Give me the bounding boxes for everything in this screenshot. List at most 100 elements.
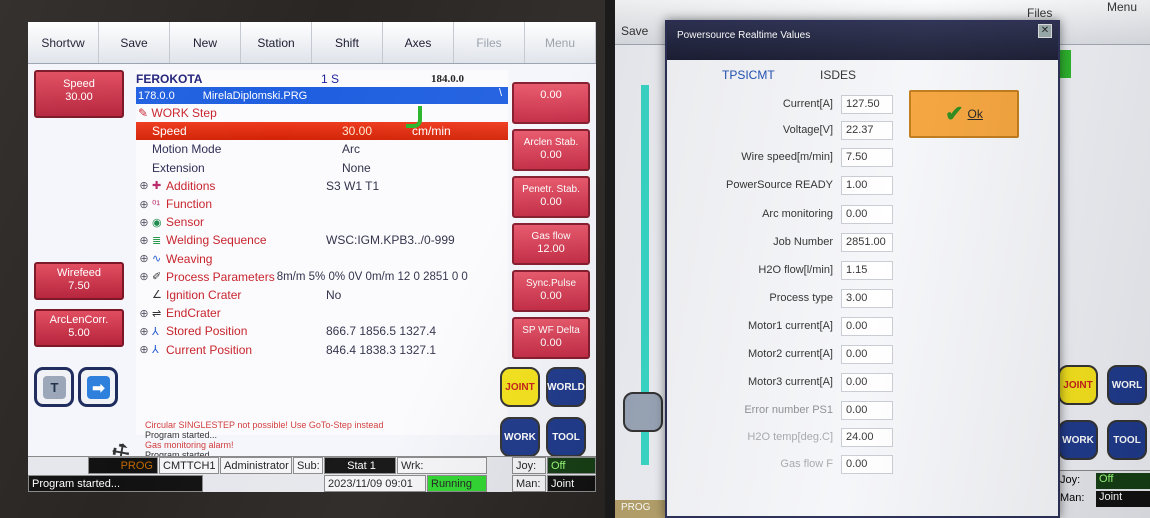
bg-tool-mode-button[interactable]: TOOL: [1107, 420, 1147, 460]
param-label: Job Number: [773, 236, 833, 248]
param-label: Motor1 current[A]: [748, 320, 833, 332]
prog-mode-indicator: PROG: [88, 457, 158, 474]
param-value: 0.00: [841, 372, 893, 392]
tree-row-extension[interactable]: Extension None: [136, 159, 508, 177]
sync-pulse-button[interactable]: Sync.Pulse 0.00: [512, 270, 590, 312]
bg-world-button[interactable]: WORL: [1107, 365, 1147, 405]
tree-row-function[interactable]: ⊕ ⁰¹ Function: [136, 195, 508, 213]
program-tree: FEROKOTA 1 S 184.0.0 178.0.0 MirelaDiplo…: [136, 70, 508, 435]
program-file-bar[interactable]: 178.0.0 MirelaDiplomski.PRG \: [136, 87, 508, 104]
param-label: Motor2 current[A]: [748, 348, 833, 360]
expand-icon: ⊕: [139, 180, 149, 193]
tree-row-motion-mode[interactable]: Motion Mode Arc: [136, 140, 508, 158]
bg-menu-files[interactable]: Files: [1027, 6, 1052, 20]
gas-flow-button[interactable]: Gas flow 12.00: [512, 223, 590, 265]
process-parameters-label: Process Parameters: [166, 269, 275, 284]
penetr-stab-button[interactable]: Penetr. Stab. 0.00: [512, 176, 590, 218]
weaving-icon: ∿: [152, 253, 162, 266]
stored-position-label: Stored Position: [166, 324, 248, 339]
param-value: 0.00: [841, 204, 893, 224]
tree-row-speed[interactable]: Speed 30.00 cm/min: [136, 122, 508, 141]
tree-row-additions[interactable]: ⊕ ✚ Additions S3 W1 T1: [136, 177, 508, 195]
menu-shortvw[interactable]: Shortvw: [28, 22, 99, 63]
running-indicator: Running: [427, 475, 487, 492]
speed-button[interactable]: Speed 30.00: [34, 70, 124, 118]
tree-row-sensor[interactable]: ⊕ ◉ Sensor: [136, 213, 508, 231]
ignition-crater-label: Ignition Crater: [166, 287, 242, 302]
param-label: H2O temp[deg.C]: [747, 431, 833, 443]
process-parameters-icon: ✐: [152, 271, 162, 284]
expand-icon: ⊕: [139, 325, 149, 338]
menu-shift[interactable]: Shift: [312, 22, 383, 63]
function-label: Function: [166, 197, 213, 212]
ignition-crater-icon: ∠: [152, 289, 162, 302]
menu-station[interactable]: Station: [241, 22, 312, 63]
station-header: FEROKOTA 1 S 184.0.0: [136, 70, 508, 87]
speed-button-label: Speed: [63, 78, 95, 90]
param-label: Motor3 current[A]: [748, 376, 833, 388]
bg-menu-save[interactable]: Save: [621, 24, 648, 38]
column-header-tpsicmt: TPSICMT: [722, 68, 775, 82]
world-mode-button[interactable]: WORLD: [546, 367, 586, 407]
menu-save[interactable]: Save: [99, 22, 170, 63]
arclencorr-button-label: ArcLenCorr.: [49, 314, 109, 326]
status-bar: PROG CMTTCH1 Administrator Sub: Stat 1 W…: [28, 456, 596, 492]
tree-row-stored-position[interactable]: ⊕ ⅄ Stored Position 866.7 1856.5 1327.4: [136, 322, 508, 340]
tool-mode-button[interactable]: TOOL: [546, 417, 586, 457]
teach-mode-button[interactable]: T: [34, 367, 74, 407]
arclen-stab-button[interactable]: Arclen Stab. 0.00: [512, 129, 590, 171]
speed-row-value: 30.00: [342, 124, 373, 139]
tree-row-weaving[interactable]: ⊕ ∿ Weaving: [136, 250, 508, 268]
current-position-label: Current Position: [166, 342, 253, 357]
right-teach-pendant-photo: Save Files Menu JOINT WORL WORK TOOL Joy…: [615, 0, 1150, 518]
arclencorr-button-value: 5.00: [68, 327, 90, 339]
param-label: Process type: [769, 292, 833, 304]
menu-menu[interactable]: Menu: [525, 22, 596, 63]
work-step-node[interactable]: ✎ WORK Step: [136, 104, 508, 122]
top-menu-bar: Shortvw Save New Station Shift Axes File…: [28, 22, 596, 64]
tree-row-current-position[interactable]: ⊕ ⅄ Current Position 846.4 1838.3 1327.1: [136, 340, 508, 358]
ok-button[interactable]: ✔ Ok: [909, 90, 1019, 138]
tree-row-endcrater[interactable]: ⊕ ⇌ EndCrater: [136, 304, 508, 322]
bg-joint-button[interactable]: JOINT: [1058, 365, 1098, 405]
arclencorr-button[interactable]: ArcLenCorr. 5.00: [34, 309, 124, 347]
right-softkey-1[interactable]: 0.00: [512, 82, 590, 124]
wirefeed-button[interactable]: Wirefeed 7.50: [34, 262, 124, 300]
process-parameters-value: 8m/m 5% 0% 0V 0m/m 12 0 2851 0 0: [276, 270, 468, 283]
expand-icon: ⊕: [139, 253, 149, 266]
param-row-voltage: Voltage[V] 22.37: [687, 120, 902, 140]
sp-wf-delta-button[interactable]: SP WF Delta 0.00: [512, 317, 590, 359]
wirefeed-button-label: Wirefeed: [56, 267, 102, 279]
tree-row-welding-sequence[interactable]: ⊕ ≣ Welding Sequence WSC:IGM.KPB3../0-999: [136, 231, 508, 249]
additions-value: S3 W1 T1: [326, 178, 380, 193]
param-label: H2O flow[l/min]: [758, 264, 833, 276]
sync-pulse-label: Sync.Pulse: [525, 278, 577, 289]
gas-flow-value: 12.00: [537, 243, 565, 255]
param-label: PowerSource READY: [726, 179, 833, 191]
bg-work-button[interactable]: WORK: [1058, 420, 1098, 460]
param-label: Arc monitoring: [762, 208, 833, 220]
tree-row-ignition-crater[interactable]: ∠ Ignition Crater No: [136, 286, 508, 304]
bg-tool-button[interactable]: [623, 392, 663, 432]
wirefeed-button-value: 7.50: [68, 280, 90, 292]
param-row-motor3-current: Motor3 current[A] 0.00: [687, 372, 902, 392]
dialog-title-bar: Powersource Realtime Values ✕: [667, 22, 1058, 60]
step-forward-button[interactable]: ➡: [78, 367, 118, 407]
checkmark-icon: ✔: [945, 101, 964, 126]
additions-label: Additions: [166, 178, 216, 193]
sub-cell: Sub:: [293, 457, 323, 474]
pencil-icon: ✎: [138, 106, 152, 121]
arclen-stab-label: Arclen Stab.: [523, 137, 579, 148]
ok-button-label: Ok: [967, 107, 983, 121]
man-label: Man:: [512, 475, 546, 492]
work-mode-button[interactable]: WORK: [500, 417, 540, 457]
param-row-job-number: Job Number 2851.00: [687, 232, 902, 252]
menu-files[interactable]: Files: [454, 22, 525, 63]
menu-axes[interactable]: Axes: [383, 22, 454, 63]
bg-menu-menu[interactable]: Menu: [1107, 0, 1137, 14]
tree-row-process-parameters[interactable]: ⊕ ✐ Process Parameters 8m/m 5% 0% 0V 0m/m…: [136, 268, 508, 286]
menu-new[interactable]: New: [170, 22, 241, 63]
joint-mode-button[interactable]: JOINT: [500, 367, 540, 407]
teach-pendant-screen: Shortvw Save New Station Shift Axes File…: [28, 22, 596, 492]
close-icon[interactable]: ✕: [1038, 24, 1052, 38]
